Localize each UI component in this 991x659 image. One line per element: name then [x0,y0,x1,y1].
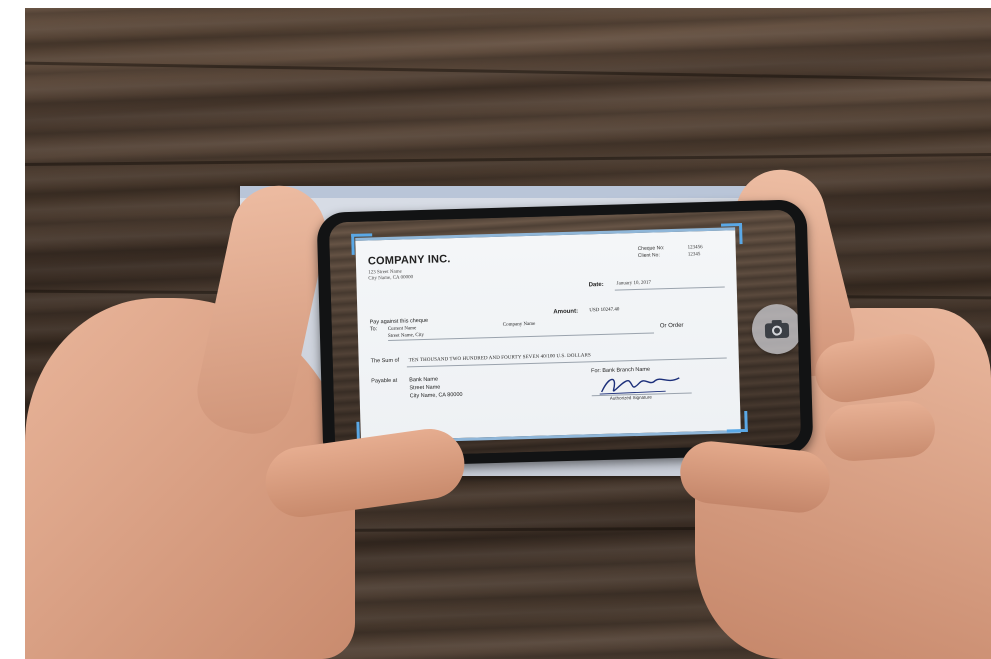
scan-frame-corner [351,233,373,255]
cheque-no-value: 123456 [687,245,703,251]
date-value: January 10, 2017 [616,280,652,287]
payee-address: Street Name, City [387,332,425,339]
sum-label: The Sum of [370,357,400,365]
company-name: COMPANY INC. [367,253,451,268]
capture-button[interactable] [751,303,802,355]
cheque-preview: COMPANY INC. 123 Street Name City Name, … [355,227,741,444]
wood-seam [25,61,991,82]
authorized-signature-label: Authorized Signature [609,394,652,401]
camera-icon [764,319,790,339]
cheque-no-label: Cheque No: [637,245,665,252]
or-order-label: Or Order [659,322,684,330]
smartphone: COMPANY INC. 123 Street Name City Name, … [316,199,814,468]
bank-street: Street Name [409,384,441,392]
payee-company-name: Company Name [502,321,536,328]
bank-name: Bank Name [409,376,439,384]
amount-label: Amount: [553,308,579,316]
company-address-line2: City Name, CA 00000 [368,275,414,282]
scan-frame-corner [720,223,743,245]
paper-cheque-stripe [240,186,800,198]
amount-value: USD 10247.40 [589,307,620,314]
photo: COMPANY INC. 123 Street Name City Name, … [25,8,991,659]
date-label: Date: [588,281,604,289]
date-line [614,286,725,291]
payee-line [388,332,655,341]
payable-at-label: Payable at [371,377,398,385]
client-no-value: 12345 [687,252,701,258]
pay-against-label: Pay against this cheque [369,317,429,326]
scan-frame-corner [726,410,748,433]
bank-city: City Name, CA 80000 [409,391,463,400]
client-no-label: Client No: [637,252,660,259]
camera-viewfinder: COMPANY INC. 123 Street Name City Name, … [328,209,802,458]
wood-seam [25,152,991,167]
right-finger [823,399,937,463]
company-address-line1: 123 Street Name [368,269,402,276]
to-label: To: [369,326,378,333]
payee-name: Current Name [387,326,417,332]
